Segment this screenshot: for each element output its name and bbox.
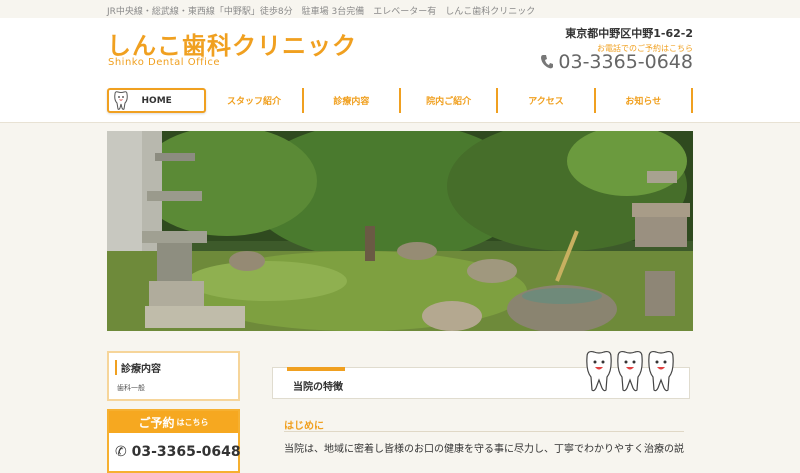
site-logo[interactable]: しんこ歯科クリニック [107, 26, 357, 61]
reservation-title: ご予約 [138, 415, 175, 430]
site-logo-english: Shinko Dental Office [108, 57, 221, 68]
hero-garden-image [107, 131, 693, 331]
main-nav: HOME スタッフ紹介 診療内容 院内ご紹介 アクセス お知らせ [107, 88, 693, 113]
clinic-address: 東京都中野区中野1-62-2 [565, 27, 693, 40]
tooth-icon [114, 91, 128, 110]
site-header: しんこ歯科クリニック Shinko Dental Office 東京都中野区中野… [0, 18, 800, 123]
reservation-phone-number: 03-3365-0648 [131, 444, 241, 460]
teeth-mascot-icon [586, 350, 674, 392]
nav-access[interactable]: アクセス [498, 88, 596, 113]
divider [284, 431, 684, 432]
phone-icon: ✆ [115, 444, 127, 460]
nav-clinic[interactable]: 院内ご紹介 [401, 88, 499, 113]
nav-access-label: アクセス [528, 97, 564, 107]
header-phone[interactable]: 03-3365-0648 [540, 51, 693, 73]
intro-heading: はじめに [284, 421, 324, 432]
treatment-menu-item[interactable]: 歯科一般 [117, 383, 145, 393]
nav-staff-label: スタッフ紹介 [226, 97, 281, 107]
header-phone-number: 03-3365-0648 [558, 51, 693, 73]
heading-accent-bar [287, 367, 345, 371]
nav-home-label: HOME [141, 95, 172, 106]
treatment-menu-box: 診療内容 歯科一般 [107, 351, 240, 401]
nav-treatment[interactable]: 診療内容 [304, 88, 401, 113]
sidebar: 診療内容 歯科一般 ご予約 はこちら ✆ 03-3365-0648 [107, 351, 241, 473]
reservation-header: ご予約 はこちら [109, 411, 238, 433]
nav-clinic-label: 院内ご紹介 [426, 97, 472, 107]
phone-icon [541, 55, 554, 69]
nav-news-label: お知らせ [625, 97, 662, 107]
nav-home[interactable]: HOME [107, 88, 207, 113]
top-info-bar: JR中央線・総武線・東西線「中野駅」徒歩8分 駐車場 3台完備 エレベーター有 … [0, 0, 800, 18]
reservation-suffix: はこちら [176, 417, 209, 427]
nav-news[interactable]: お知らせ [596, 88, 693, 113]
reservation-phone[interactable]: ✆ 03-3365-0648 [115, 444, 241, 460]
nav-staff[interactable]: スタッフ紹介 [206, 88, 304, 113]
treatment-menu-title: 診療内容 [115, 360, 161, 375]
intro-paragraph: 当院は、地域に密着し皆様のお口の健康を守る事に尽力し、丁寧でわかりやすく治療の説… [284, 444, 684, 455]
nav-treatment-label: 診療内容 [333, 97, 370, 107]
reservation-box: ご予約 はこちら ✆ 03-3365-0648 [107, 409, 241, 473]
access-info: JR中央線・総武線・東西線「中野駅」徒歩8分 駐車場 3台完備 エレベーター有 … [107, 7, 536, 17]
features-heading: 当院の特徴 [293, 382, 343, 393]
